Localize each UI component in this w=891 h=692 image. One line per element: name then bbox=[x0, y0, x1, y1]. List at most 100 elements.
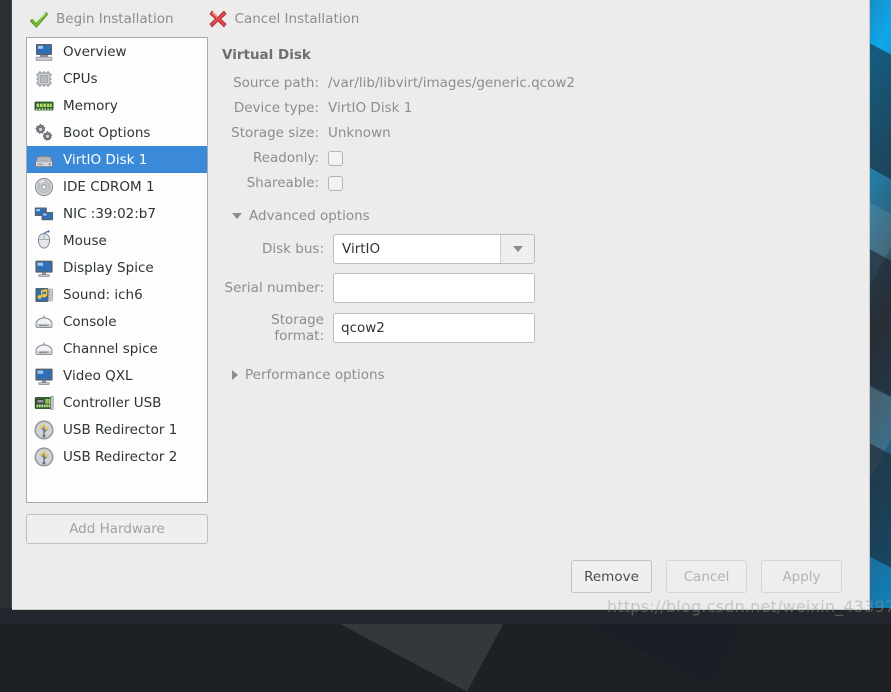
console-icon bbox=[33, 311, 55, 333]
storage-format-input[interactable] bbox=[333, 313, 535, 343]
sidebar-item-console[interactable]: Console bbox=[27, 308, 207, 335]
serial-number-input[interactable] bbox=[333, 273, 535, 303]
disk-bus-value: VirtIO bbox=[334, 235, 500, 263]
red-x-icon bbox=[208, 9, 228, 29]
sidebar-item-controller-usb[interactable]: Controller USB bbox=[27, 389, 207, 416]
green-check-icon bbox=[29, 9, 49, 29]
sidebar-item-nic-39-02-b7[interactable]: NIC :39:02:b7 bbox=[27, 200, 207, 227]
add-hardware-button[interactable]: Add Hardware bbox=[26, 514, 208, 544]
detail-field-row: Device type:VirtIO Disk 1 bbox=[222, 100, 855, 116]
memory-module-icon bbox=[33, 95, 55, 117]
sidebar-item-boot-options[interactable]: Boot Options bbox=[27, 119, 207, 146]
detail-field-row: Storage size:Unknown bbox=[222, 125, 855, 141]
detail-field-label: Storage size: bbox=[222, 125, 328, 141]
cancel-button[interactable]: Cancel bbox=[666, 560, 747, 593]
computer-icon bbox=[33, 41, 55, 63]
usb-icon bbox=[33, 419, 55, 441]
sidebar-item-label: VirtIO Disk 1 bbox=[63, 152, 147, 168]
sidebar-item-label: USB Redirector 1 bbox=[63, 422, 177, 438]
sidebar-item-sound-ich6[interactable]: Sound: ich6 bbox=[27, 281, 207, 308]
detail-panel: Virtual Disk Source path:/var/lib/libvir… bbox=[222, 37, 855, 554]
apply-label: Apply bbox=[782, 569, 820, 585]
add-hardware-label: Add Hardware bbox=[69, 521, 165, 537]
sidebar-item-virtio-disk-1[interactable]: VirtIO Disk 1 bbox=[27, 146, 207, 173]
display-monitor-icon bbox=[33, 365, 55, 387]
console-icon bbox=[33, 338, 55, 360]
sidebar-item-label: Display Spice bbox=[63, 260, 154, 276]
apply-button[interactable]: Apply bbox=[761, 560, 842, 593]
sidebar-item-label: Console bbox=[63, 314, 117, 330]
sidebar-item-label: Mouse bbox=[63, 233, 107, 249]
readonly-checkbox[interactable] bbox=[328, 151, 343, 166]
sidebar-item-memory[interactable]: Memory bbox=[27, 92, 207, 119]
sidebar-item-usb-redirector-2[interactable]: USB Redirector 2 bbox=[27, 443, 207, 470]
disk-bus-label: Disk bus: bbox=[222, 241, 333, 257]
detail-field-value: /var/lib/libvirt/images/generic.qcow2 bbox=[328, 75, 575, 91]
detail-field-list: Source path:/var/lib/libvirt/images/gene… bbox=[222, 75, 855, 150]
shareable-row: Shareable: bbox=[222, 175, 855, 191]
readonly-label: Readonly: bbox=[222, 150, 328, 166]
usb-icon bbox=[33, 446, 55, 468]
cpu-chip-icon bbox=[33, 68, 55, 90]
serial-number-label: Serial number: bbox=[222, 280, 333, 296]
sidebar-item-video-qxl[interactable]: Video QXL bbox=[27, 362, 207, 389]
disk-bus-row: Disk bus: VirtIO bbox=[222, 234, 855, 264]
chevron-down-icon bbox=[513, 246, 523, 252]
display-monitor-icon bbox=[33, 257, 55, 279]
hardware-panel: Overview CPUs Memory Boot Options VirtIO Dis… bbox=[26, 37, 208, 554]
detail-field-row: Source path:/var/lib/libvirt/images/gene… bbox=[222, 75, 855, 91]
sidebar-item-label: Overview bbox=[63, 44, 127, 60]
serial-number-row: Serial number: bbox=[222, 273, 855, 303]
sidebar-item-label: NIC :39:02:b7 bbox=[63, 206, 156, 222]
remove-label: Remove bbox=[584, 569, 639, 585]
harddisk-icon bbox=[33, 149, 55, 171]
sidebar-item-label: Controller USB bbox=[63, 395, 161, 411]
cancel-installation-button[interactable]: Cancel Installation bbox=[199, 5, 369, 33]
cdrom-disc-icon bbox=[33, 176, 55, 198]
advanced-options-expander[interactable]: Advanced options bbox=[232, 208, 855, 224]
sound-note-icon bbox=[33, 284, 55, 306]
sidebar-item-label: CPUs bbox=[63, 71, 97, 87]
shareable-checkbox[interactable] bbox=[328, 176, 343, 191]
triangle-down-icon bbox=[232, 213, 242, 219]
detail-field-label: Source path: bbox=[222, 75, 328, 91]
disk-bus-dropdown-button[interactable] bbox=[500, 235, 534, 263]
storage-format-row: Storage format: bbox=[222, 312, 855, 344]
readonly-row: Readonly: bbox=[222, 150, 855, 166]
window-body: Overview CPUs Memory Boot Options VirtIO Dis… bbox=[12, 37, 869, 554]
detail-field-label: Device type: bbox=[222, 100, 328, 116]
detail-field-value: Unknown bbox=[328, 125, 391, 141]
detail-title: Virtual Disk bbox=[222, 47, 855, 63]
sidebar-item-label: USB Redirector 2 bbox=[63, 449, 177, 465]
sidebar-item-label: Channel spice bbox=[63, 341, 158, 357]
controller-card-icon bbox=[33, 392, 55, 414]
sidebar-item-channel-spice[interactable]: Channel spice bbox=[27, 335, 207, 362]
begin-installation-button[interactable]: Begin Installation bbox=[20, 5, 183, 33]
sidebar-item-cpus[interactable]: CPUs bbox=[27, 65, 207, 92]
cancel-installation-label: Cancel Installation bbox=[235, 11, 360, 27]
gears-icon bbox=[33, 122, 55, 144]
sidebar-item-label: Memory bbox=[63, 98, 118, 114]
sidebar-item-overview[interactable]: Overview bbox=[27, 38, 207, 65]
remove-button[interactable]: Remove bbox=[571, 560, 652, 593]
sidebar-item-usb-redirector-1[interactable]: USB Redirector 1 bbox=[27, 416, 207, 443]
desktop-left-dock bbox=[0, 0, 12, 624]
mouse-icon bbox=[33, 230, 55, 252]
sidebar-item-ide-cdrom-1[interactable]: IDE CDROM 1 bbox=[27, 173, 207, 200]
advanced-options-label: Advanced options bbox=[249, 208, 370, 224]
vm-details-window: Begin Installation Cancel Installation O… bbox=[12, 0, 870, 610]
performance-options-expander[interactable]: Performance options bbox=[232, 367, 855, 383]
begin-installation-label: Begin Installation bbox=[56, 11, 174, 27]
performance-options-label: Performance options bbox=[245, 367, 385, 383]
sidebar-item-mouse[interactable]: Mouse bbox=[27, 227, 207, 254]
disk-bus-select[interactable]: VirtIO bbox=[333, 234, 535, 264]
footer-actions: Remove Cancel Apply bbox=[12, 554, 869, 609]
network-card-icon bbox=[33, 203, 55, 225]
storage-format-label: Storage format: bbox=[222, 312, 333, 344]
cancel-label: Cancel bbox=[684, 569, 730, 585]
desktop-taskbar bbox=[0, 608, 891, 624]
sidebar-item-label: Sound: ich6 bbox=[63, 287, 143, 303]
sidebar-item-label: IDE CDROM 1 bbox=[63, 179, 155, 195]
sidebar-item-display-spice[interactable]: Display Spice bbox=[27, 254, 207, 281]
hardware-list[interactable]: Overview CPUs Memory Boot Options VirtIO Dis… bbox=[26, 37, 208, 503]
